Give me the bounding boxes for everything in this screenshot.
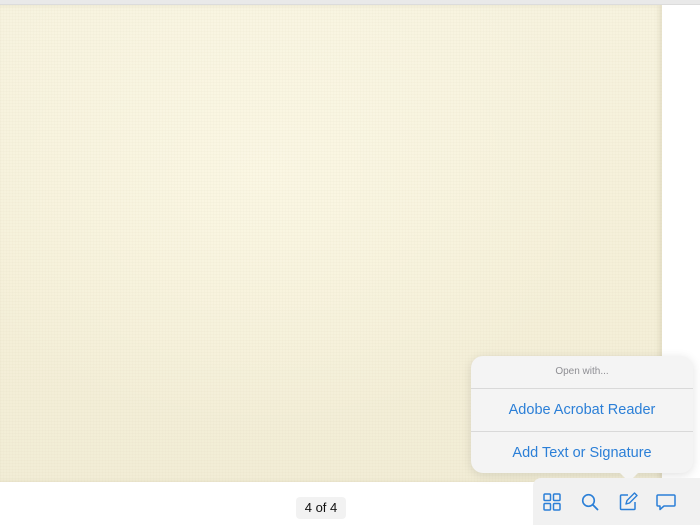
markup-icon	[619, 492, 638, 511]
popover-header: Open with...	[471, 356, 693, 389]
bottom-toolbar	[533, 478, 700, 525]
markup-button[interactable]	[609, 478, 647, 525]
page-indicator: 4 of 4	[296, 497, 346, 519]
search-icon	[581, 493, 599, 511]
thumbnails-button[interactable]	[533, 478, 571, 525]
add-text-or-signature[interactable]: Add Text or Signature	[471, 431, 693, 473]
open-with-adobe-acrobat-reader[interactable]: Adobe Acrobat Reader	[471, 389, 693, 431]
search-button[interactable]	[571, 478, 609, 525]
comment-button[interactable]	[647, 478, 685, 525]
grid-icon	[543, 492, 561, 511]
open-with-popover: Open with... Adobe Acrobat Reader Add Te…	[471, 356, 693, 473]
comment-icon	[656, 493, 676, 511]
